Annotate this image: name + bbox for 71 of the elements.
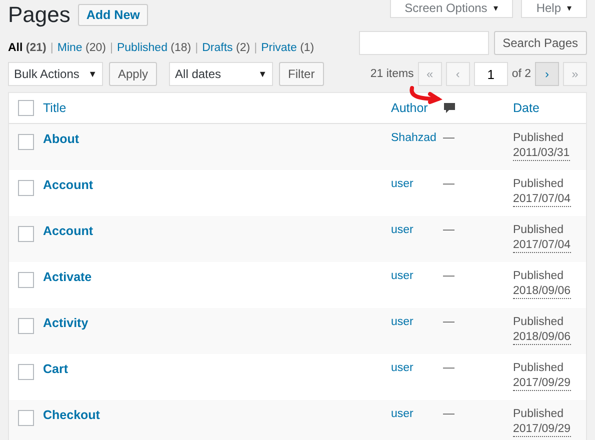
post-date: 2018/09/06	[513, 331, 571, 345]
row-checkbox[interactable]	[18, 364, 34, 380]
add-new-button[interactable]: Add New	[78, 4, 148, 26]
author-link[interactable]: user	[391, 270, 443, 282]
items-count: 21 items	[370, 68, 414, 80]
post-date: 2017/09/29	[513, 423, 571, 437]
author-link[interactable]: user	[391, 316, 443, 328]
page-title-link[interactable]: About	[43, 132, 391, 146]
comment-count: —	[443, 270, 456, 282]
page-title-link[interactable]: Account	[43, 178, 391, 192]
page-title-link[interactable]: Cart	[43, 362, 391, 376]
bulk-actions-dropdown[interactable]: Bulk Actions ▼	[8, 62, 103, 86]
post-status: Published	[513, 316, 565, 328]
apply-button[interactable]: Apply	[109, 62, 158, 86]
post-date: 2018/09/06	[513, 285, 571, 299]
row-checkbox[interactable]	[18, 134, 34, 150]
separator: |	[195, 42, 198, 54]
post-status: Published	[513, 224, 565, 236]
row-checkbox[interactable]	[18, 180, 34, 196]
comment-icon	[443, 102, 456, 114]
comment-count: —	[443, 408, 456, 420]
row-checkbox[interactable]	[18, 318, 34, 334]
search-field[interactable]	[358, 31, 489, 55]
separator: |	[50, 42, 54, 54]
page-title-link[interactable]: Checkout	[43, 408, 391, 422]
page-title-link[interactable]: Activity	[43, 316, 391, 330]
select-all-checkbox[interactable]	[18, 100, 34, 116]
hand-drawn-arrow	[410, 86, 442, 104]
dates-dropdown[interactable]: All dates ▼	[169, 62, 274, 86]
post-date: 2011/03/31	[513, 147, 570, 161]
status-filter-link[interactable]: Drafts (2)	[202, 42, 250, 54]
author-link[interactable]: Shahzad	[391, 132, 443, 144]
search-button[interactable]: Search Pages	[494, 31, 587, 55]
post-date: 2017/09/29	[513, 377, 571, 391]
post-status: Published	[513, 132, 565, 144]
author-link[interactable]: user	[391, 362, 443, 374]
status-filter-link[interactable]: All (21)	[8, 42, 46, 54]
post-status: Published	[513, 178, 565, 190]
date-column-header[interactable]: Date	[513, 101, 586, 115]
page-number-field[interactable]: 1	[474, 62, 508, 86]
top-tab[interactable]: Screen Options ▾	[390, 0, 514, 18]
row-checkbox[interactable]	[18, 410, 34, 426]
page-title-link[interactable]: Account	[43, 224, 391, 238]
post-date: 2017/07/04	[513, 239, 571, 253]
title-column-header[interactable]: Title	[43, 101, 391, 115]
author-link[interactable]: user	[391, 408, 443, 420]
next-page-button[interactable]: ›	[535, 62, 559, 86]
post-status: Published	[513, 362, 565, 374]
author-link[interactable]: user	[391, 178, 443, 190]
separator: |	[254, 42, 258, 54]
separator: |	[110, 42, 113, 54]
status-filter-link[interactable]: Published (18)	[116, 42, 192, 54]
page-title: Pages	[8, 2, 70, 28]
author-column-header[interactable]: Author	[391, 101, 443, 115]
author-link[interactable]: user	[391, 224, 443, 236]
comment-count: —	[443, 316, 456, 328]
row-checkbox[interactable]	[18, 272, 34, 288]
comment-count: —	[443, 362, 456, 374]
post-status: Published	[513, 408, 565, 420]
page-total: of 2	[512, 68, 531, 80]
comment-count: —	[443, 178, 456, 190]
page-title-link[interactable]: Activate	[43, 270, 391, 284]
comment-count: —	[443, 132, 456, 144]
filter-button[interactable]: Filter	[279, 62, 324, 86]
row-checkbox[interactable]	[18, 226, 34, 242]
status-filter-link[interactable]: Private (1)	[261, 42, 314, 54]
comment-count: —	[443, 224, 456, 236]
post-status: Published	[513, 270, 565, 282]
status-filter-link[interactable]: Mine (20)	[57, 42, 106, 54]
top-tab[interactable]: Help ▾	[521, 0, 587, 18]
post-date: 2017/07/04	[513, 193, 571, 207]
